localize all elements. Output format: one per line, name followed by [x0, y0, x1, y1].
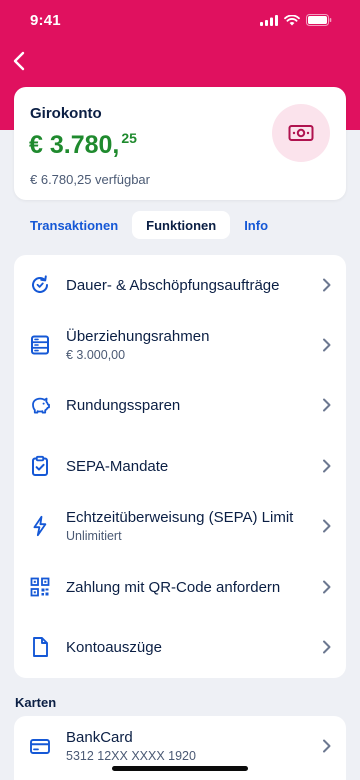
chevron-right-icon: [323, 739, 331, 753]
credit-card-icon: [29, 735, 51, 757]
clipboard-check-icon: [29, 455, 51, 477]
list-item-subtitle: € 3.000,00: [66, 348, 126, 362]
home-indicator: [112, 766, 248, 771]
account-summary-card: Girokonto € 3.780, 25 € 6.780,25 verfügb…: [14, 87, 346, 200]
list-item-title: Rundungssparen: [66, 396, 181, 414]
account-balance: € 3.780, 25: [29, 130, 137, 160]
piggy-bank-icon: [29, 394, 51, 416]
account-tabs: Transaktionen Funktionen Info: [14, 211, 282, 239]
chevron-right-icon: [323, 459, 331, 473]
battery-icon: [306, 14, 332, 26]
chevron-right-icon: [323, 338, 331, 352]
tab-funktionen[interactable]: Funktionen: [132, 211, 231, 239]
server-stack-icon: [29, 334, 51, 356]
card-name: BankCard: [66, 729, 133, 746]
tab-transaktionen[interactable]: Transaktionen: [14, 211, 132, 239]
list-item-echtzeitueberweisung[interactable]: Echtzeitüberweisung (SEPA) Limit Unlimit…: [14, 496, 346, 556]
list-item-sepa-mandate[interactable]: SEPA-Mandate: [14, 436, 346, 496]
chevron-right-icon: [323, 640, 331, 654]
functions-list: Dauer- & Abschöpfungsaufträge Überziehun…: [14, 255, 346, 678]
account-name: Girokonto: [30, 105, 102, 122]
recurring-icon: [29, 274, 51, 296]
list-item-kontoauszuege[interactable]: Kontoauszüge: [14, 617, 346, 677]
list-item-title: Dauer- & Abschöpfungsaufträge: [66, 276, 280, 294]
chevron-right-icon: [323, 398, 331, 412]
balance-cents: 25: [121, 130, 137, 146]
list-item-title: Echtzeitüberweisung (SEPA) Limit: [66, 509, 294, 526]
balance-amount: € 3.780,: [29, 131, 120, 159]
chevron-left-icon: [13, 51, 25, 71]
list-item-title: Kontoauszüge: [66, 638, 162, 656]
list-item-ueberziehungsrahmen[interactable]: Überziehungsrahmen € 3.000,00: [14, 315, 346, 375]
card-number: 5312 12XX XXXX 1920: [66, 749, 196, 763]
list-item-subtitle: Unlimitiert: [66, 529, 122, 543]
available-balance: € 6.780,25 verfügbar: [30, 172, 150, 187]
list-item-qr-code[interactable]: Zahlung mit QR-Code anfordern: [14, 557, 346, 617]
list-item-dauerauftraege[interactable]: Dauer- & Abschöpfungsaufträge: [14, 255, 346, 315]
status-time: 9:41: [30, 11, 61, 29]
list-item-title: Zahlung mit QR-Code anfordern: [66, 578, 281, 596]
status-bar: 9:41: [0, 0, 360, 40]
qr-code-icon: [29, 576, 51, 598]
chevron-right-icon: [323, 519, 331, 533]
back-button[interactable]: [4, 46, 34, 76]
status-icons: [260, 14, 332, 26]
chevron-right-icon: [323, 278, 331, 292]
chevron-right-icon: [323, 580, 331, 594]
tab-info[interactable]: Info: [230, 211, 282, 239]
list-item-rundungssparen[interactable]: Rundungssparen: [14, 375, 346, 435]
document-icon: [29, 636, 51, 658]
banknote-icon: [272, 104, 330, 162]
list-item-title: Überziehungsrahmen: [66, 328, 210, 345]
lightning-icon: [29, 515, 51, 537]
signal-icon: [260, 14, 278, 26]
wifi-icon: [284, 14, 300, 25]
section-title-karten: Karten: [15, 695, 57, 710]
list-item-title: SEPA-Mandate: [66, 457, 169, 475]
